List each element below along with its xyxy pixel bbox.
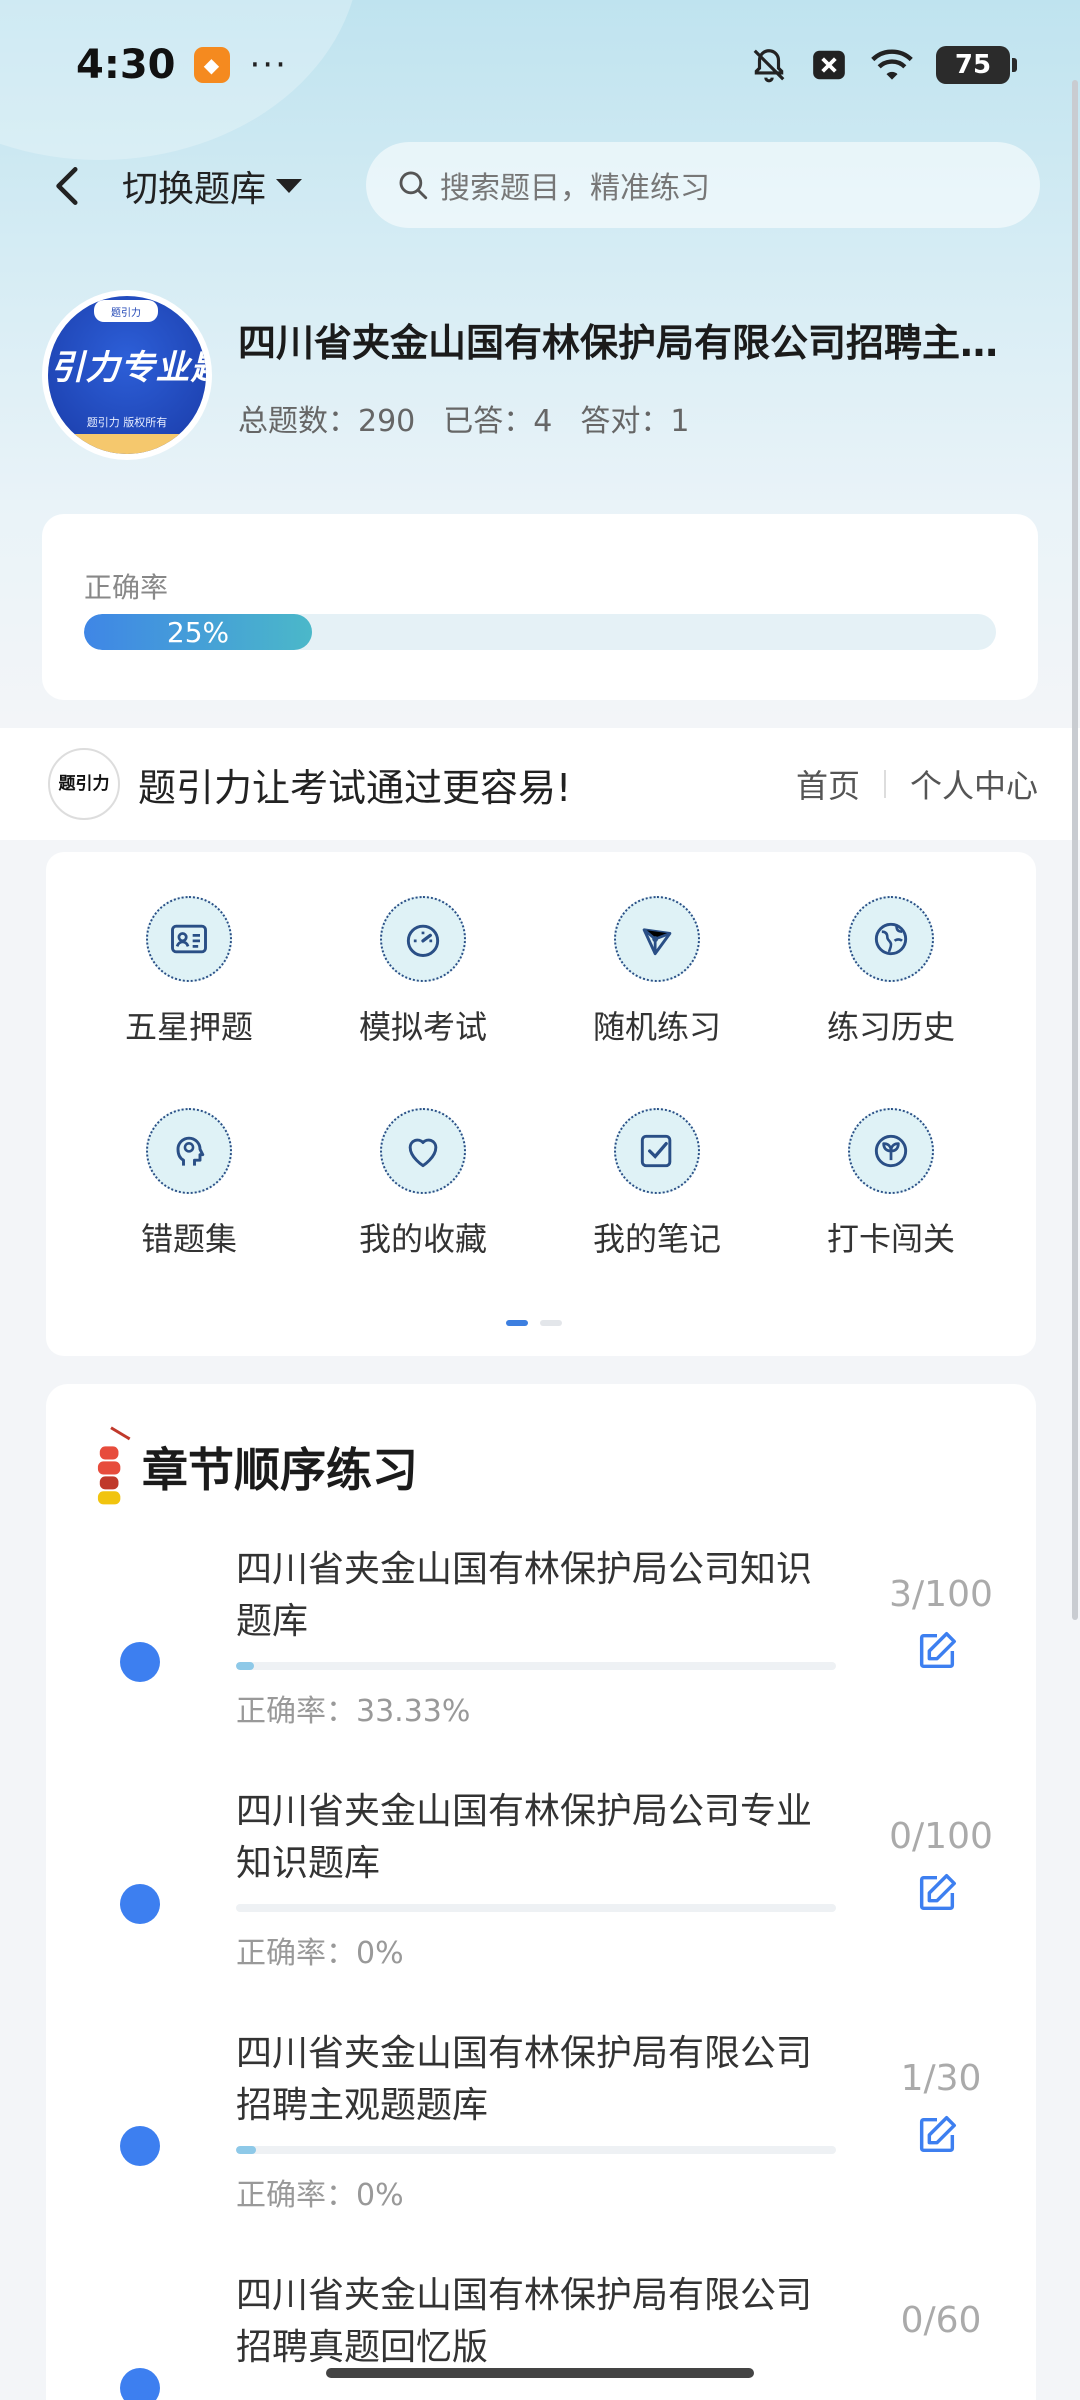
- battery-level: 75: [954, 50, 992, 80]
- feature-label: 五星押题: [124, 1008, 253, 1046]
- logo-sub-text: 题引力 版权所有: [86, 416, 168, 429]
- firecracker-icon: [97, 1426, 131, 1505]
- head-icon: [146, 1108, 232, 1194]
- wifi-icon: [871, 49, 913, 80]
- feature-favorites[interactable]: 我的收藏: [323, 1108, 523, 1260]
- battery-indicator: 75: [936, 46, 1017, 84]
- chapter-name: 四川省夹金山国有林保护局公司知识题库: [236, 1549, 813, 1642]
- status-bar: 4:30 ◆ ··· 75: [0, 0, 1080, 130]
- chapter-progress-track: [236, 2146, 836, 2154]
- logo-base-strip: [48, 434, 206, 454]
- chapter-progress-fill: [236, 2146, 256, 2154]
- feature-label: 练习历史: [826, 1008, 955, 1046]
- chapter-bullet: [120, 1884, 160, 1924]
- search-placeholder: 搜索题目，精准练习: [440, 171, 710, 206]
- logo-tag: 题引力: [94, 300, 158, 322]
- chapter-name: 四川省夹金山国有林保护局有限公司招聘主观题题库: [236, 2033, 813, 2126]
- shopping-app-icon: ◆: [193, 47, 230, 83]
- search-icon: [399, 171, 428, 200]
- mute-bell-icon: [753, 49, 785, 83]
- answered-stat: 已答：4: [443, 404, 553, 439]
- switch-bank-dropdown[interactable]: 切换题库: [122, 160, 303, 212]
- heart-icon: [380, 1108, 466, 1194]
- chapter-progress-track: [236, 1904, 836, 1912]
- page-dot: [540, 1320, 562, 1326]
- feature-label: 我的收藏: [358, 1220, 487, 1258]
- correct-stat: 答对：1: [580, 404, 690, 439]
- chapter-count: 1/30: [900, 2058, 982, 2099]
- feature-wrong-questions[interactable]: 错题集: [89, 1108, 289, 1260]
- note-check-icon: [614, 1108, 700, 1194]
- chapter-bullet: [120, 1642, 160, 1682]
- edit-icon[interactable]: [914, 1870, 960, 1916]
- feature-label: 模拟考试: [358, 1008, 487, 1046]
- chapter-count: 3/100: [889, 1574, 993, 1615]
- brand-bar: 题引力 题引力让考试通过更容易! 首页 个人中心: [0, 728, 1080, 840]
- search-input[interactable]: 搜索题目，精准练习: [366, 142, 1040, 228]
- home-indicator[interactable]: [326, 2368, 754, 2378]
- page-indicator: [506, 1320, 562, 1326]
- question-bank-logo: 题引力 引力专业题 题引力 版权所有: [42, 290, 212, 460]
- sprout-icon: [848, 1108, 934, 1194]
- chapter-bullet: [120, 2126, 160, 2166]
- chapter-title: 章节顺序练习: [142, 1443, 418, 1497]
- page-dot-active: [506, 1320, 528, 1326]
- accuracy-progress-fill: 25%: [84, 614, 312, 650]
- feature-grid-card: 五星押题 模拟考试 随机练习 练习历史 错题集 我的收藏 我的笔记 打卡闯关: [46, 852, 1036, 1356]
- edit-icon[interactable]: [914, 2112, 960, 2158]
- feature-random-practice[interactable]: 随机练习: [557, 896, 757, 1048]
- chapter-item[interactable]: 四川省夹金山国有林保护局有限公司招聘主观题题库 正确率：0% 1/30: [46, 2028, 1036, 2258]
- feature-label: 打卡闯关: [826, 1220, 955, 1258]
- feature-five-star[interactable]: 五星押题: [89, 896, 289, 1048]
- caret-down-icon: [276, 179, 303, 193]
- feature-label: 我的笔记: [592, 1220, 721, 1258]
- network-icon: [614, 896, 700, 982]
- chapter-accuracy: 正确率：0%: [236, 2178, 404, 2213]
- globe-icon: [848, 896, 934, 982]
- status-time: 4:30: [76, 42, 176, 88]
- chapter-item[interactable]: 四川省夹金山国有林保护局公司专业知识题库 正确率：0% 0/100: [46, 1786, 1036, 2016]
- chapter-header: 章节顺序练习: [88, 1424, 418, 1510]
- switch-bank-label: 切换题库: [122, 169, 267, 210]
- scrollbar[interactable]: [1072, 80, 1078, 1620]
- close-box-icon: [813, 50, 845, 80]
- feature-practice-history[interactable]: 练习历史: [791, 896, 991, 1048]
- feature-label: 随机练习: [592, 1008, 721, 1046]
- chapter-progress-fill: [236, 1662, 254, 1670]
- speedometer-icon: [380, 896, 466, 982]
- chapter-practice-card: 章节顺序练习 四川省夹金山国有林保护局公司知识题库 正确率：33.33% 3/1…: [46, 1384, 1036, 2400]
- chapter-accuracy: 正确率：0%: [236, 1936, 404, 1971]
- logo-main-text: 引力专业题: [50, 348, 207, 388]
- brand-logo: 题引力: [48, 748, 120, 820]
- question-bank-stats: 总题数：290 已答：4 答对：1: [238, 396, 689, 440]
- id-card-icon: [146, 896, 232, 982]
- edit-icon[interactable]: [914, 1628, 960, 1674]
- feature-mock-exam[interactable]: 模拟考试: [323, 896, 523, 1048]
- chapter-progress-track: [236, 1662, 836, 1670]
- chapter-item[interactable]: 四川省夹金山国有林保护局有限公司招聘真题回忆版 0/60: [46, 2270, 1036, 2400]
- chapter-name: 四川省夹金山国有林保护局公司专业知识题库: [236, 1791, 813, 1884]
- chapter-name: 四川省夹金山国有林保护局有限公司招聘真题回忆版: [236, 2275, 813, 2368]
- chapter-accuracy: 正确率：33.33%: [236, 1694, 471, 1729]
- chapter-bullet: [120, 2368, 160, 2400]
- top-navigation: 切换题库 搜索题目，精准练习: [0, 140, 1080, 230]
- more-notifications-icon: ···: [249, 45, 288, 85]
- personal-center-link[interactable]: 个人中心: [910, 761, 1038, 807]
- accuracy-label: 正确率: [84, 571, 169, 604]
- feature-notes[interactable]: 我的笔记: [557, 1108, 757, 1260]
- question-bank-title: 四川省夹金山国有林保护局有限公司招聘主观题题库: [238, 321, 1008, 365]
- chapter-count: 0/60: [900, 2300, 982, 2341]
- home-link[interactable]: 首页: [796, 761, 860, 807]
- brand-slogan: 题引力让考试通过更容易!: [138, 765, 572, 810]
- link-divider: [883, 770, 886, 798]
- feature-label: 错题集: [140, 1220, 237, 1258]
- chapter-count: 0/100: [889, 1816, 993, 1857]
- accuracy-progress-track: 25%: [84, 614, 996, 650]
- back-arrow-icon[interactable]: [44, 158, 94, 214]
- total-questions-stat: 总题数：290: [238, 404, 416, 439]
- feature-checkin-challenge[interactable]: 打卡闯关: [791, 1108, 991, 1260]
- accuracy-value: 25%: [166, 615, 230, 649]
- chapter-item[interactable]: 四川省夹金山国有林保护局公司知识题库 正确率：33.33% 3/100: [46, 1544, 1036, 1774]
- accuracy-card: 正确率 25%: [42, 514, 1038, 700]
